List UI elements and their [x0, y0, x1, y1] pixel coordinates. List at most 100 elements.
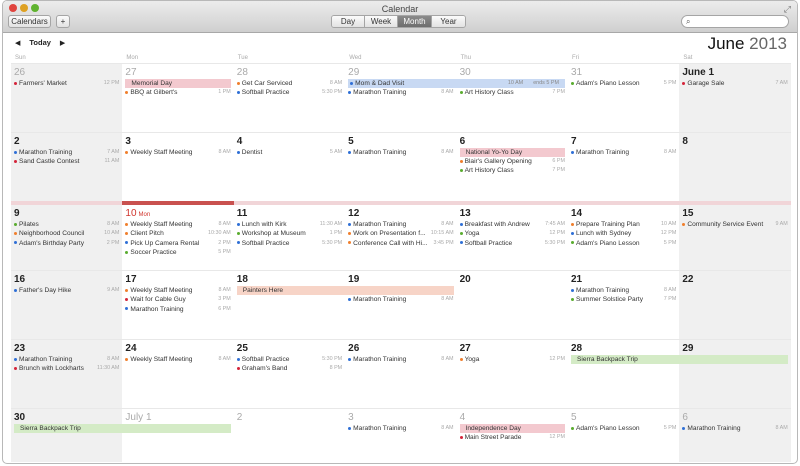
event-item[interactable]: Marathon Training 8 AM — [348, 220, 454, 229]
event-item[interactable]: Softball Practice 5:30 PM — [236, 355, 342, 364]
event-item[interactable]: Marathon Training 8 AM — [348, 295, 454, 304]
event-item[interactable]: Garage Sale 7 AM — [682, 79, 788, 88]
day-cell[interactable]: 4 Independence Day Main Street Parade 12 PM — [457, 409, 568, 462]
event-item[interactable]: Marathon Training 8 AM — [682, 424, 788, 433]
day-cell[interactable]: 28 Get Car Serviced 8 AM Softball Practice 5… — [234, 64, 345, 132]
event-item[interactable]: Wait for Cable Guy 3 PM — [125, 295, 231, 304]
day-cell[interactable]: 20 — [457, 271, 568, 339]
event-item[interactable]: Weekly Staff Meeting 8 AM — [125, 286, 231, 295]
event-item[interactable]: Main Street Parade 12 PM — [459, 433, 565, 442]
event-item[interactable]: Marathon Training 8 AM — [348, 88, 454, 97]
all-day-event[interactable]: National Yo-Yo Day — [459, 148, 565, 157]
day-cell[interactable]: 8 — [679, 133, 791, 201]
all-day-event[interactable]: Memorial Day — [125, 79, 231, 88]
day-cell[interactable]: 29 — [679, 340, 791, 408]
day-cell[interactable]: 9 Pilates 8 AM Neighborhood Council 10 AM Ada… — [11, 205, 123, 270]
event-item[interactable]: Lunch with Sydney 12 PM — [570, 229, 676, 238]
tab-month[interactable]: Month — [398, 16, 432, 27]
next-month-button[interactable]: ▶ — [60, 39, 65, 47]
event-item[interactable]: Father's Day Hike 9 AM — [14, 286, 119, 295]
today-button[interactable]: Today — [29, 38, 51, 47]
previous-month-button[interactable]: ◀ — [15, 39, 20, 47]
day-cell[interactable]: 22 — [679, 271, 791, 339]
day-cell[interactable]: 30 Art History Class 7 PM — [457, 64, 568, 132]
event-item[interactable]: Prepare Training Plan 10 AM — [570, 220, 676, 229]
tab-week[interactable]: Week — [365, 16, 398, 27]
event-item[interactable]: Client Pitch 10:30 AM — [125, 229, 231, 238]
day-cell[interactable]: 26 Marathon Training 8 AM — [345, 340, 456, 408]
event-item[interactable]: Workshop at Museum 1 PM — [236, 229, 342, 238]
event-item[interactable]: Adam's Piano Lesson 5 PM — [570, 79, 676, 88]
event-item[interactable]: Soccer Practice 5 PM — [125, 248, 231, 257]
event-item[interactable]: Farmers' Market 12 PM — [14, 79, 119, 88]
fullscreen-icon[interactable]: ⤢ — [784, 4, 791, 15]
day-cell[interactable]: 29 Mom & Dad Visit 10 AM ends 5 PM Marathon … — [345, 64, 565, 132]
event-item[interactable]: Summer Solstice Party 7 PM — [570, 295, 676, 304]
event-item[interactable]: BBQ at Gilbert's 1 PM — [125, 88, 231, 97]
event-item[interactable]: Sand Castle Contest 11 AM — [14, 157, 119, 166]
all-day-event[interactable]: Sierra Backpack Trip — [570, 355, 788, 364]
event-item[interactable]: Marathon Training 7 AM — [14, 148, 119, 157]
all-day-event[interactable]: Mom & Dad Visit 10 AM ends 5 PM — [348, 79, 565, 88]
event-item[interactable]: Blair's Gallery Opening 6 PM — [459, 157, 565, 166]
event-item[interactable]: Softball Practice 5:30 PM — [459, 239, 565, 248]
event-item[interactable]: Marathon Training 8 AM — [14, 355, 119, 364]
event-item[interactable]: Pick Up Camera Rental 2 PM — [125, 239, 231, 248]
event-item[interactable]: Marathon Training 8 AM — [348, 355, 454, 364]
day-cell[interactable]: 11 Lunch with Kirk 11:30 AM Workshop at Mus… — [234, 205, 345, 270]
day-cell[interactable]: 30 Sierra Backpack Trip — [11, 409, 231, 462]
event-item[interactable]: Work on Presentation f... 10:15 AM — [348, 229, 454, 238]
day-cell[interactable]: 19 Marathon Training 8 AM — [345, 271, 456, 339]
day-cell[interactable]: 15 Community Service Event 9 AM — [679, 205, 791, 270]
day-cell[interactable]: 18 Painters Here — [234, 271, 454, 339]
event-item[interactable]: Softball Practice 5:30 PM — [236, 239, 342, 248]
calendars-button[interactable]: Calendars — [8, 15, 51, 28]
day-cell[interactable]: 23 Marathon Training 8 AM Brunch with Lockh… — [11, 340, 123, 408]
event-item[interactable]: Get Car Serviced 8 AM — [236, 79, 342, 88]
event-item[interactable]: Art History Class 7 PM — [459, 88, 565, 97]
day-cell[interactable]: 2 — [234, 409, 345, 462]
day-cell[interactable]: 5 Adam's Piano Lesson 5 PM — [568, 409, 679, 462]
event-item[interactable]: Marathon Training 6 PM — [125, 305, 231, 314]
day-cell[interactable]: 4 Dentist 5 AM — [234, 133, 345, 201]
event-item[interactable]: Marathon Training 8 AM — [348, 148, 454, 157]
tab-year[interactable]: Year — [432, 16, 465, 27]
day-cell[interactable]: 13 Breakfast with Andrew 7:45 AM Yoga 12 PM S… — [457, 205, 568, 270]
day-cell[interactable]: 2 Marathon Training 7 AM Sand Castle Contes… — [11, 133, 123, 201]
event-item[interactable]: Weekly Staff Meeting 8 AM — [125, 355, 231, 364]
day-cell[interactable]: 5 Marathon Training 8 AM — [345, 133, 456, 201]
event-item[interactable]: Conference Call with Hi... 3:45 PM — [348, 239, 454, 248]
event-item[interactable]: Adam's Piano Lesson 5 PM — [570, 239, 676, 248]
all-day-event[interactable]: Independence Day — [459, 424, 565, 433]
day-cell[interactable]: 6 Marathon Training 8 AM — [679, 409, 791, 462]
day-cell[interactable]: July 1 — [122, 409, 233, 462]
event-item[interactable]: Breakfast with Andrew 7:45 AM — [459, 220, 565, 229]
event-item[interactable]: Marathon Training 8 AM — [570, 148, 676, 157]
day-cell[interactable]: 17 Weekly Staff Meeting 8 AM Wait for Cable… — [122, 271, 233, 339]
day-cell[interactable]: June 1 Garage Sale 7 AM — [679, 64, 791, 132]
day-cell[interactable]: 24 Weekly Staff Meeting 8 AM — [122, 340, 233, 408]
day-cell[interactable]: 6 National Yo-Yo Day Blair's Gallery Openi… — [457, 133, 568, 201]
event-item[interactable]: Pilates 8 AM — [14, 220, 119, 229]
day-cell[interactable]: 28 Sierra Backpack Trip — [568, 340, 788, 408]
day-cell[interactable]: 31 Adam's Piano Lesson 5 PM — [568, 64, 679, 132]
day-cell[interactable]: 26 Farmers' Market 12 PM — [11, 64, 123, 132]
event-item[interactable]: Weekly Staff Meeting 8 AM — [125, 220, 231, 229]
day-cell[interactable]: 21 Marathon Training 8 AM Summer Solstice P… — [568, 271, 679, 339]
event-item[interactable]: Marathon Training 8 AM — [570, 286, 676, 295]
day-cell[interactable]: 27 Yoga 12 PM — [457, 340, 568, 408]
event-item[interactable]: Lunch with Kirk 11:30 AM — [236, 220, 342, 229]
event-item[interactable]: Adam's Piano Lesson 5 PM — [570, 424, 676, 433]
event-item[interactable]: Art History Class 7 PM — [459, 166, 565, 175]
event-item[interactable]: Softball Practice 5:30 PM — [236, 88, 342, 97]
day-cell[interactable]: 3 Weekly Staff Meeting 8 AM — [122, 133, 233, 201]
all-day-event[interactable]: Painters Here — [236, 286, 454, 295]
event-item[interactable]: Marathon Training 8 AM — [348, 424, 454, 433]
tab-day[interactable]: Day — [332, 16, 365, 27]
day-cell[interactable]: 3 Marathon Training 8 AM — [345, 409, 456, 462]
event-item[interactable]: Weekly Staff Meeting 8 AM — [125, 148, 231, 157]
event-item[interactable]: Community Service Event 9 AM — [682, 220, 788, 229]
event-item[interactable]: Dentist 5 AM — [236, 148, 342, 157]
day-cell[interactable]: 25 Softball Practice 5:30 PM Graham's Band 8… — [234, 340, 345, 408]
day-cell[interactable]: 14 Prepare Training Plan 10 AM Lunch with S… — [568, 205, 679, 270]
